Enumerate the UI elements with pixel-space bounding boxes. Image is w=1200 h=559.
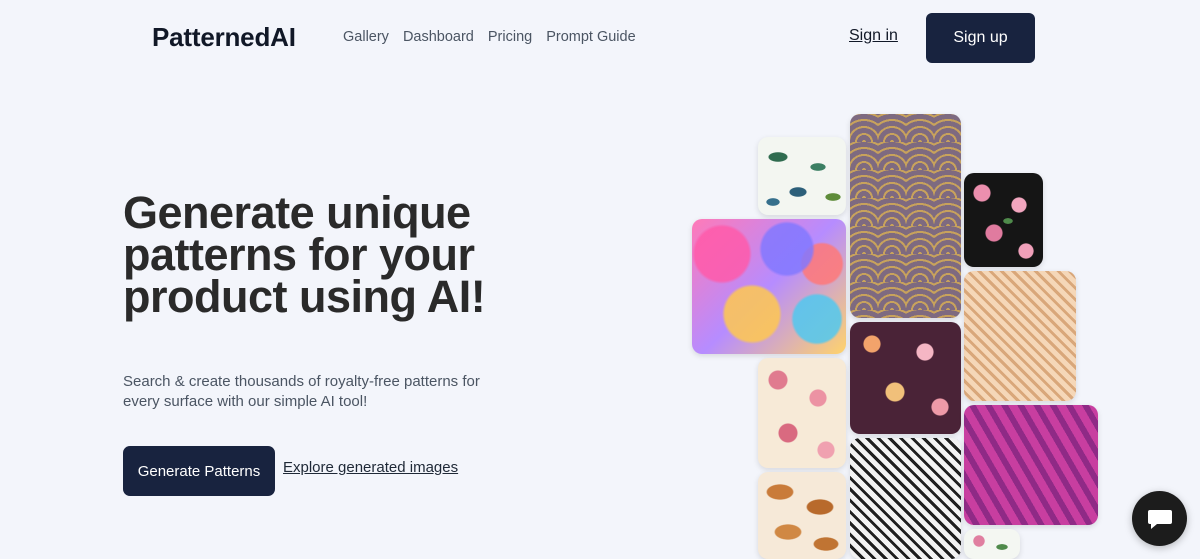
pink-roses-on-cream-pattern[interactable] — [758, 358, 846, 468]
watercolor-leaves-pattern[interactable] — [758, 137, 846, 215]
chat-widget-button[interactable] — [1132, 491, 1187, 546]
floral-on-plum-pattern[interactable] — [850, 322, 961, 434]
nav-gallery-link[interactable]: Gallery — [343, 29, 389, 45]
pastries-pattern[interactable] — [758, 472, 846, 559]
nav-pricing-link[interactable]: Pricing — [488, 29, 532, 45]
black-white-diamond-pattern[interactable] — [850, 438, 961, 559]
chat-bubble-icon — [1147, 509, 1172, 529]
hero-subtitle: Search & create thousands of royalty-fre… — [123, 373, 480, 410]
sign-in-link[interactable]: Sign in — [849, 27, 898, 45]
hero-title: Generate unique patterns for your produc… — [123, 187, 486, 322]
nav-dashboard-link[interactable]: Dashboard — [403, 29, 474, 45]
colorful-bubbles-pattern[interactable] — [692, 219, 846, 354]
pink-flowers-on-white-pattern[interactable] — [964, 529, 1020, 559]
nav-prompt-guide-link[interactable]: Prompt Guide — [546, 29, 635, 45]
generate-patterns-button[interactable]: Generate Patterns — [123, 446, 275, 496]
pink-roses-on-black-pattern[interactable] — [964, 173, 1043, 267]
sign-up-button[interactable]: Sign up — [926, 13, 1035, 63]
top-navigation: PatternedAI Gallery Dashboard Pricing Pr… — [0, 0, 1200, 76]
magenta-lattice-pattern[interactable] — [964, 405, 1098, 525]
logo[interactable]: PatternedAI — [152, 22, 296, 53]
peach-geometric-diamond-pattern[interactable] — [964, 271, 1076, 401]
nav-links: Gallery Dashboard Pricing Prompt Guide — [343, 29, 636, 45]
explore-images-link[interactable]: Explore generated images — [283, 459, 458, 476]
art-deco-fan-pattern[interactable] — [850, 114, 961, 318]
